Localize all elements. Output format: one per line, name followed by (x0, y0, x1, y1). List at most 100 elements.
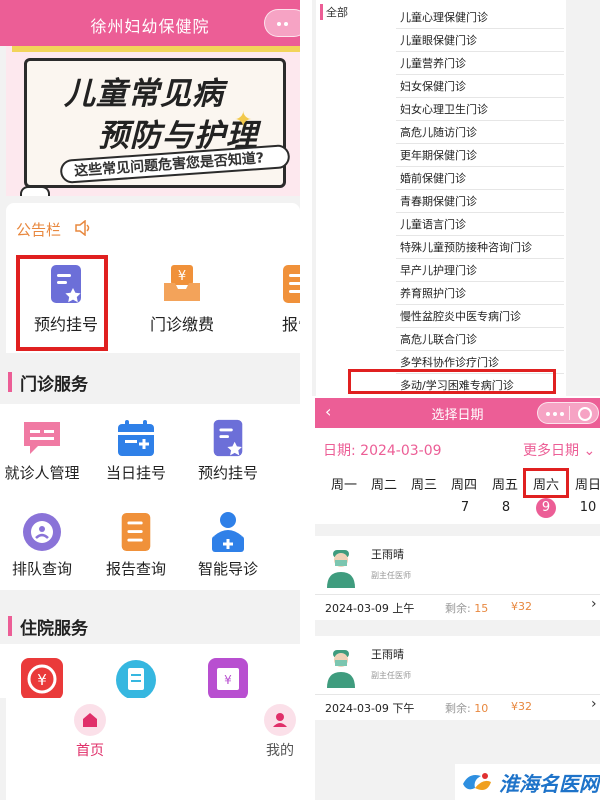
tab-home[interactable]: 首页 (50, 698, 130, 760)
department-item[interactable]: 儿童营养门诊 (396, 53, 564, 75)
department-item[interactable]: 妇女保健门诊 (396, 76, 564, 98)
weekday-label: 周一 (330, 478, 357, 493)
department-item[interactable]: 儿童语言门诊 (396, 214, 564, 236)
weekday-label: 周三 (410, 478, 437, 493)
home-screen: 徐州妇幼保健院 儿童常见病 预防与护理 ✦ 这些常见问题危害您是否知道? 公告栏 (0, 0, 300, 800)
chevron-right-icon: › (591, 696, 597, 712)
queue-search-icon (23, 513, 61, 551)
site-watermark: 淮海名医网 (455, 764, 600, 800)
quick-payment-button[interactable]: ¥ 门诊缴费 (134, 263, 230, 335)
report-query-button[interactable]: 报告查询 (86, 510, 186, 579)
notice-bar[interactable]: 公告栏 (6, 203, 300, 253)
more-dates-button[interactable]: 更多日期 ⌄ (523, 440, 595, 460)
chevron-right-icon: › (591, 596, 597, 612)
doctor-title: 副主任医师 (371, 571, 411, 580)
highlight-box-appointment (16, 255, 108, 351)
tab-home-label: 首页 (76, 743, 104, 759)
highlight-box-department (348, 369, 556, 394)
app-header: 徐州妇幼保健院 (0, 0, 300, 46)
department-item[interactable]: 更年期保健门诊 (396, 145, 564, 167)
slot-price: ¥32 (511, 700, 532, 713)
svg-text:¥: ¥ (224, 673, 232, 687)
home-icon (74, 704, 106, 736)
department-item[interactable]: 儿童心理保健门诊 (396, 7, 564, 29)
department-item[interactable]: 儿童眼保健门诊 (396, 30, 564, 52)
inpatient-document-button[interactable] (86, 656, 186, 698)
chevron-down-icon: ⌄ (583, 443, 596, 459)
more-menu-button[interactable] (264, 9, 300, 37)
speaker-icon (75, 220, 90, 236)
doctor-slot-card[interactable]: 王雨晴 副主任医师 2024-03-09 上午 剩余: 15 ¥32 › (315, 536, 600, 620)
payment-yen-tray-icon: ¥ (164, 265, 200, 301)
selected-date-label: 日期: 2024-03-09 (323, 443, 442, 459)
department-item[interactable]: 慢性盆腔炎中医专病门诊 (396, 306, 564, 328)
inpatient-receipt-button[interactable]: ¥ (178, 656, 278, 698)
tab-mine[interactable]: 我的 (240, 698, 300, 760)
bottom-tab-bar: 首页 我的 (6, 698, 300, 800)
weekday-label: 周四 (450, 478, 477, 493)
smart-guide-label: 智能导诊 (197, 560, 258, 578)
doctor-name: 王雨晴 (371, 548, 404, 561)
department-screen: 全部 儿童心理保健门诊 儿童眼保健门诊 儿童营养门诊 妇女保健门诊 妇女心理卫生… (312, 0, 600, 396)
department-item[interactable]: 青春期保健门诊 (396, 191, 564, 213)
slot-time: 2024-03-09 下午 (325, 702, 415, 715)
patient-management-label: 就诊人管理 (4, 464, 80, 482)
department-item[interactable]: 妇女心理卫生门诊 (396, 99, 564, 121)
patient-chat-icon (24, 422, 60, 454)
same-day-registration-label: 当日挂号 (105, 464, 166, 482)
department-item[interactable]: 特殊儿童预防接种咨询门诊 (396, 237, 564, 259)
department-item[interactable]: 高危儿随访门诊 (396, 122, 564, 144)
watermark-text: 淮海名医网 (499, 772, 599, 796)
more-dates-label: 更多日期 (523, 443, 579, 459)
inpatient-section-header: 住院服务 (0, 610, 300, 640)
patient-management-button[interactable]: 就诊人管理 (0, 418, 92, 483)
inpatient-deposit-button[interactable]: ¥ (0, 656, 92, 698)
date-row: 日期: 2024-03-09 更多日期 ⌄ (315, 428, 600, 466)
quick-report-button[interactable]: 报告 (250, 263, 300, 335)
user-icon (264, 704, 296, 736)
banner-subtitle-layer: 这些常见问题危害您是否知道? (6, 46, 300, 196)
day-number[interactable]: 8 (487, 500, 525, 515)
doctor-name: 王雨晴 (371, 648, 404, 661)
mini-program-capsule[interactable] (537, 402, 599, 424)
department-item[interactable]: 早产儿护理门诊 (396, 260, 564, 282)
day-number[interactable]: 10 (569, 500, 600, 515)
weekday-label: 周二 (370, 478, 397, 493)
slot-remaining-count: 15 (474, 602, 489, 615)
outpatient-grid: 就诊人管理 当日挂号 预约挂号 门 (0, 404, 300, 590)
doctor-avatar (327, 550, 355, 588)
tab-mine-label: 我的 (266, 743, 294, 759)
same-day-registration-button[interactable]: 当日挂号 (86, 418, 186, 483)
calendar-add-icon (118, 420, 154, 456)
weekday-label: 周日 (574, 478, 600, 493)
partial-service-button[interactable]: 门 (244, 418, 300, 487)
queue-query-button[interactable]: 排队查询 (0, 510, 92, 579)
filter-all[interactable]: 全部 (326, 4, 348, 20)
department-filter-sidebar: 全部 (316, 0, 396, 396)
day-number[interactable]: 7 (446, 500, 484, 515)
slot-time: 2024-03-09 上午 (325, 602, 415, 615)
watermark-logo-icon (463, 773, 491, 790)
outpatient-section-title: 门诊服务 (20, 375, 88, 395)
document-icon (116, 660, 156, 698)
report-list-icon (121, 512, 151, 552)
department-item[interactable]: 婚前保健门诊 (396, 168, 564, 190)
date-select-screen: ‹ 选择日期 日期: 2024-03-09 更多日期 ⌄ 周一 周二 周三 周四… (315, 398, 600, 800)
date-select-header: ‹ 选择日期 (315, 398, 600, 428)
guide-person-icon (212, 512, 244, 552)
department-item[interactable]: 高危儿联合门诊 (396, 329, 564, 351)
slot-remaining: 剩余: 15 (445, 602, 489, 615)
doctor-avatar (327, 650, 355, 688)
day-number-selected[interactable]: 9 (527, 498, 565, 518)
weekday-label: 周五 (491, 478, 518, 493)
appointment-star-icon (213, 419, 243, 457)
department-item[interactable]: 养育照护门诊 (396, 283, 564, 305)
app-title: 徐州妇幼保健院 (90, 17, 210, 36)
quick-payment-label: 门诊缴费 (149, 315, 214, 334)
yen-circle-icon: ¥ (21, 658, 63, 698)
doctor-slot-card[interactable]: 王雨晴 副主任医师 2024-03-09 下午 剩余: 10 ¥32 › (315, 636, 600, 720)
notice-label: 公告栏 (16, 221, 62, 239)
smart-guide-button[interactable]: 智能导诊 (178, 510, 278, 579)
inpatient-section-title: 住院服务 (20, 619, 88, 639)
slot-remaining-count: 10 (474, 702, 489, 715)
